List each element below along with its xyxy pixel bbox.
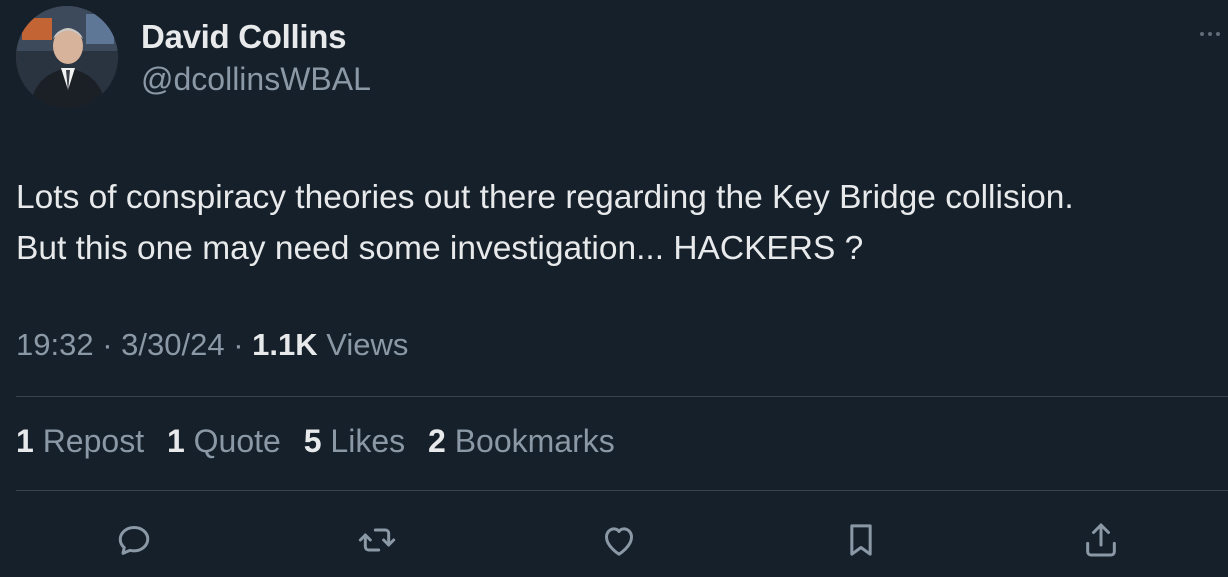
- engagement-stats: 1 Repost 1 Quote 5 Likes 2 Bookmarks: [16, 423, 629, 460]
- stat-count: 2: [428, 423, 446, 459]
- tweet-text: Lots of conspiracy theories out there re…: [16, 172, 1226, 274]
- bookmark-button[interactable]: [837, 516, 885, 564]
- more-options-button[interactable]: [1198, 26, 1222, 42]
- stat-label: Bookmarks: [445, 423, 615, 459]
- avatar[interactable]: [16, 6, 118, 108]
- bookmark-icon: [850, 524, 872, 556]
- retweet-button[interactable]: [353, 516, 401, 564]
- action-bar: [0, 512, 1228, 572]
- meta-separator: ·: [224, 327, 253, 362]
- divider: [16, 396, 1228, 397]
- more-dot-icon: [1200, 32, 1204, 36]
- stat-count: 1: [16, 423, 34, 459]
- tweet-time[interactable]: 19:32: [16, 327, 94, 362]
- share-button[interactable]: [1077, 516, 1125, 564]
- stat-label: Repost: [33, 423, 145, 459]
- like-icon: [605, 527, 633, 556]
- share-icon: [1086, 523, 1116, 557]
- tweet-text-line: But this one may need some investigation…: [16, 230, 864, 267]
- avatar-photo: [16, 6, 118, 108]
- stat-count: 5: [303, 423, 322, 459]
- author-handle[interactable]: @dcollinsWBAL: [141, 61, 371, 98]
- stat-bookmarks[interactable]: 2 Bookmarks: [428, 423, 615, 459]
- stat-likes[interactable]: 5 Likes: [304, 423, 405, 459]
- like-button[interactable]: [595, 516, 643, 564]
- views-count: 1.1K: [252, 327, 318, 362]
- more-dot-icon: [1216, 32, 1220, 36]
- reply-icon: [118, 526, 150, 555]
- tweet-meta: 19:32 · 3/30/24 · 1.1K Views: [16, 327, 408, 363]
- stat-quotes[interactable]: 1 Quote: [167, 423, 281, 459]
- stat-label: Likes: [321, 423, 406, 459]
- tweet-text-line: Lots of conspiracy theories out there re…: [16, 179, 1074, 216]
- stat-reposts[interactable]: 1 Repost: [16, 423, 144, 459]
- stat-count: 1: [166, 423, 185, 459]
- reply-button[interactable]: [110, 516, 158, 564]
- tweet-date[interactable]: 3/30/24: [121, 327, 224, 362]
- more-dot-icon: [1208, 32, 1212, 36]
- retweet-icon: [358, 528, 396, 552]
- author-name[interactable]: David Collins: [141, 18, 346, 56]
- stat-label: Quote: [184, 423, 281, 459]
- views-label: Views: [317, 327, 409, 362]
- divider: [16, 490, 1228, 491]
- meta-separator: ·: [93, 327, 122, 362]
